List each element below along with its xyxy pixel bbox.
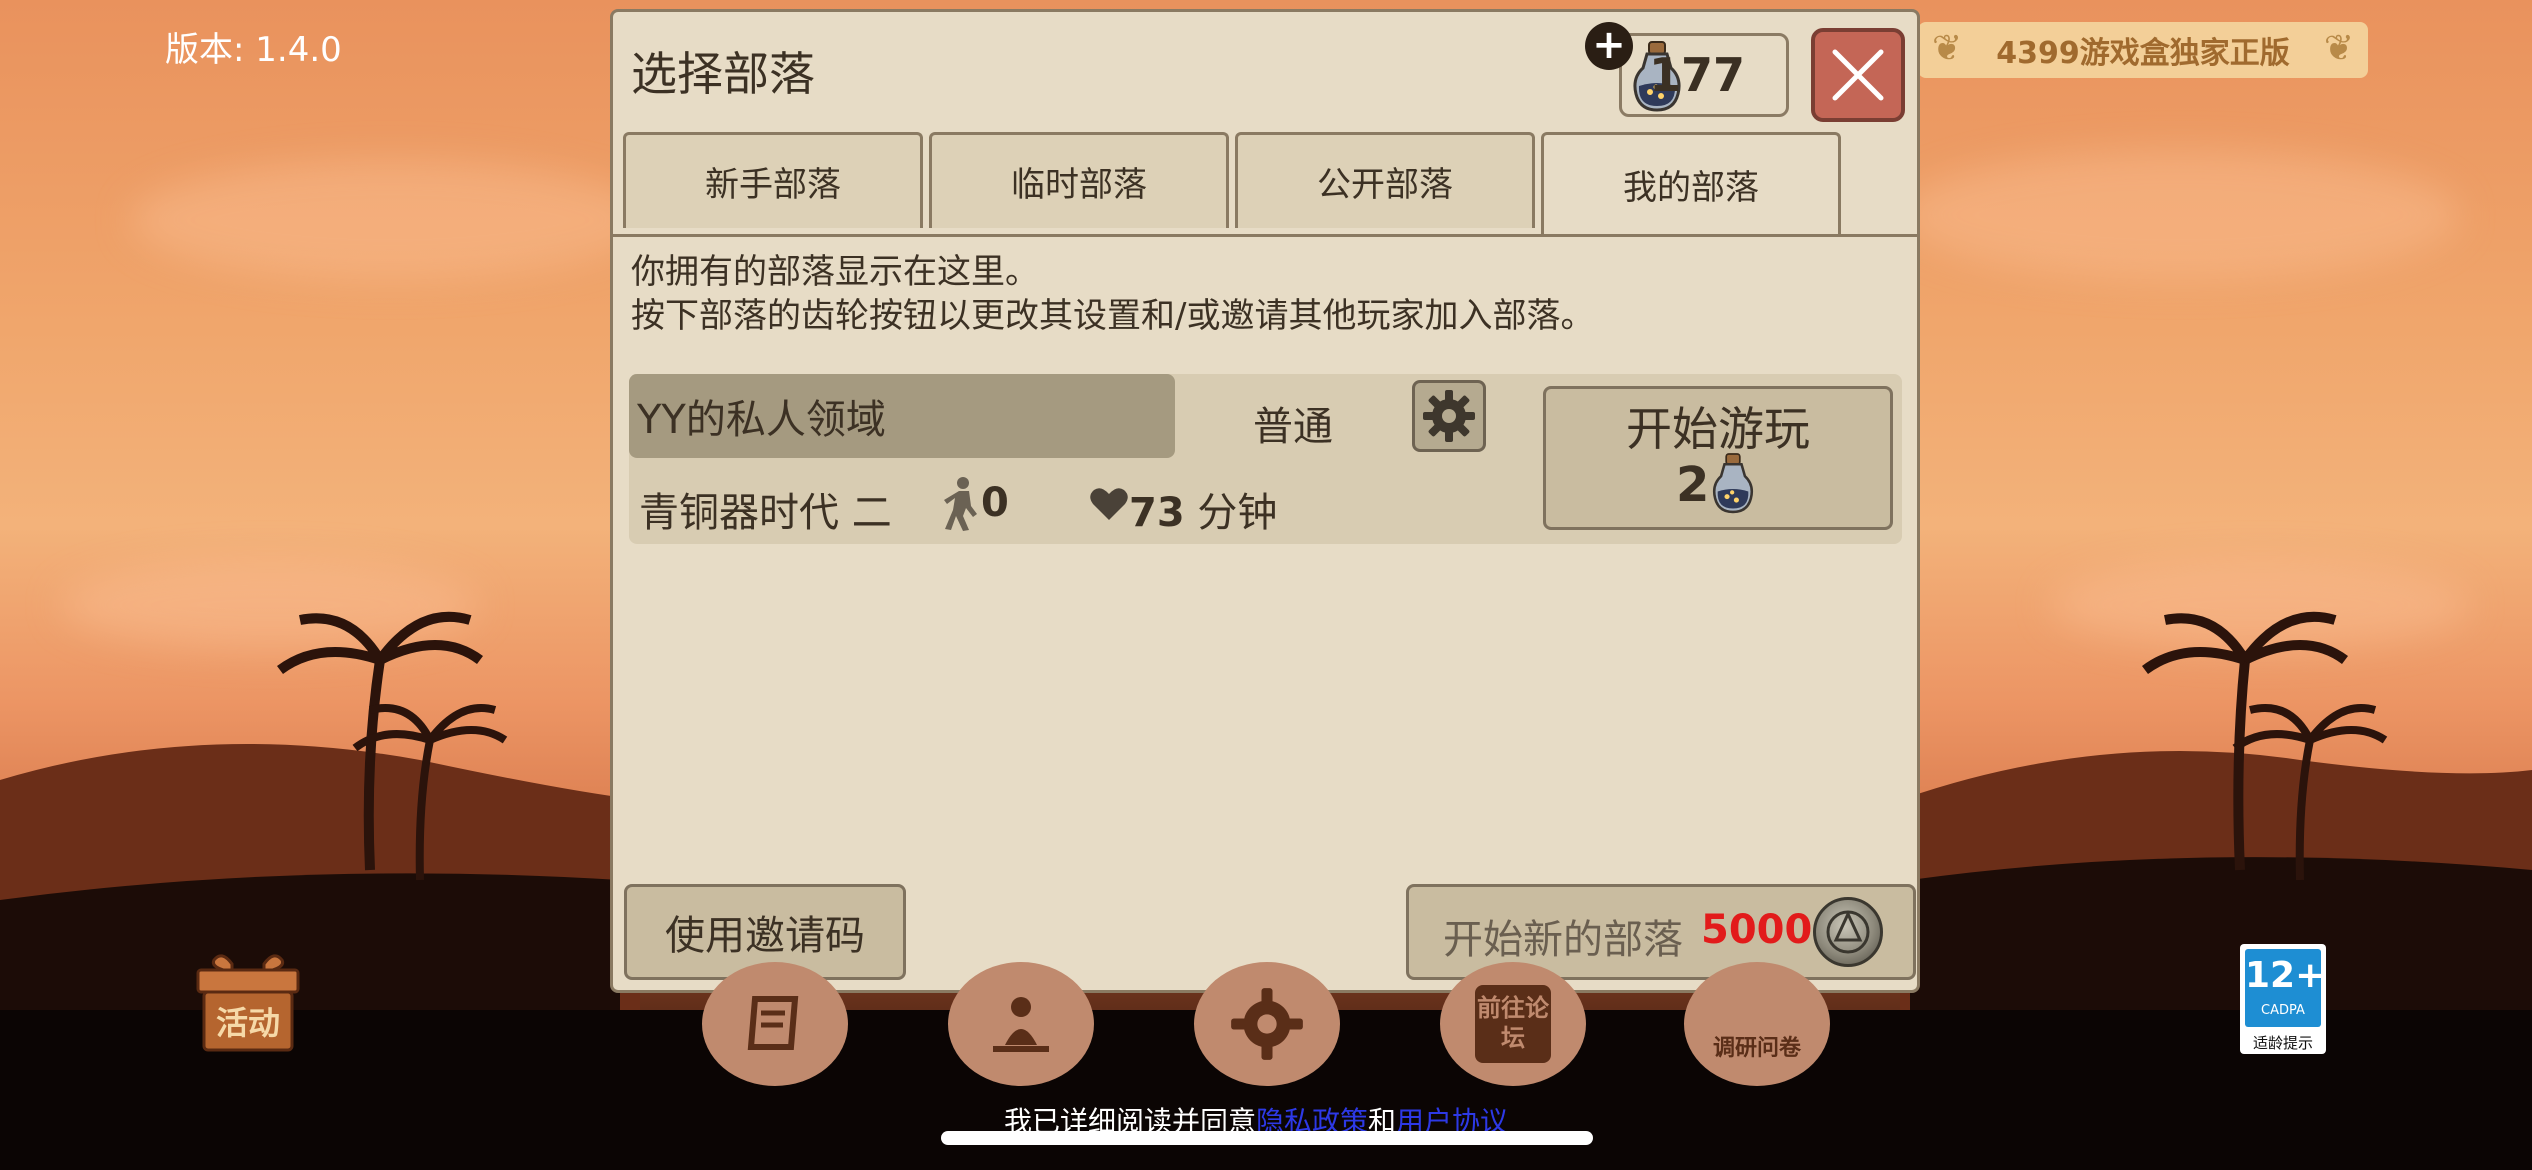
close-icon xyxy=(1832,49,1884,101)
tribe-settings-button[interactable] xyxy=(1412,380,1486,452)
settings-gear-icon xyxy=(1231,988,1303,1060)
new-tribe-cost: 5000 xyxy=(1701,907,1813,953)
forum-icon: 前往论坛 xyxy=(1475,985,1551,1063)
tab-temporary[interactable]: 临时部落 xyxy=(929,132,1229,228)
tribe-era: 青铜器时代 二 xyxy=(639,490,892,536)
platform-badge-text: 4399游戏盒独家正版 xyxy=(1996,36,2290,71)
tribe-name: YY的私人领域 xyxy=(629,374,1175,458)
tribe-select-dialog: 选择部落 177 + 新手部落 临时部落 公开部落 我的部落 你拥有的部落显示在… xyxy=(610,9,1920,993)
laurel-right-icon: ❦ xyxy=(2323,28,2354,69)
tribe-time-unit: 分钟 xyxy=(1197,490,1278,536)
activity-gift-button[interactable]: 活动 xyxy=(192,950,304,1054)
start-play-label: 开始游玩 xyxy=(1626,402,1810,456)
description-line-2: 按下部落的齿轮按钮以更改其设置和/或邀请其他玩家加入部落。 xyxy=(631,296,1595,336)
tribe-difficulty: 普通 xyxy=(1253,404,1333,450)
meditation-icon xyxy=(993,997,1049,1052)
tab-my-tribes[interactable]: 我的部落 xyxy=(1541,132,1841,234)
meditation-button[interactable] xyxy=(948,962,1094,1086)
tribe-player-count: 0 xyxy=(981,480,1009,526)
close-button[interactable] xyxy=(1811,28,1905,122)
platform-badge: ❦ 4399游戏盒独家正版 ❦ xyxy=(1918,22,2368,78)
gem-count: 177 xyxy=(1649,48,1746,102)
laurel-left-icon: ❦ xyxy=(1932,28,1963,69)
tribe-time: 73 分钟 xyxy=(1129,480,1277,538)
add-gems-button[interactable]: + xyxy=(1585,22,1633,70)
tab-newbie[interactable]: 新手部落 xyxy=(623,132,923,228)
age-rating-badge: 12+ CADPA 适龄提示 xyxy=(2240,944,2326,1054)
start-play-cost: 2 xyxy=(1676,457,1710,513)
scroll-icon xyxy=(747,996,799,1050)
heart-icon xyxy=(1090,488,1128,520)
age-rating-label: 适龄提示 xyxy=(2252,1034,2313,1052)
start-play-button[interactable]: 开始游玩 2 xyxy=(1543,386,1893,530)
tab-bar: 新手部落 临时部落 公开部落 我的部落 xyxy=(613,124,1917,237)
settings-button[interactable] xyxy=(1194,962,1340,1086)
start-new-tribe-button[interactable]: 开始新的部落 5000 xyxy=(1406,884,1916,980)
gem-bottle-icon xyxy=(1712,453,1754,514)
age-rating-number: 12+ xyxy=(2245,955,2326,996)
coin-icon xyxy=(1813,897,1883,967)
version-label: 版本: 1.4.0 xyxy=(165,30,342,70)
new-tribe-label: 开始新的部落 xyxy=(1443,917,1683,963)
tab-description: 你拥有的部落显示在这里。 按下部落的齿轮按钮以更改其设置和/或邀请其他玩家加入部… xyxy=(631,250,1594,338)
activity-label: 活动 xyxy=(215,1004,280,1042)
forum-button[interactable]: 前往论坛 xyxy=(1440,962,1586,1086)
survey-icon: 调研问卷 xyxy=(1712,1036,1801,1061)
scroll-button[interactable] xyxy=(702,962,848,1086)
tribe-row: YY的私人领域 普通 青铜器时代 二 0 73 分钟 开始游玩 2 xyxy=(629,374,1902,544)
description-line-1: 你拥有的部落显示在这里。 xyxy=(631,252,1039,292)
dialog-title: 选择部落 xyxy=(631,47,815,101)
age-rating-org: CADPA xyxy=(2261,1003,2305,1018)
survey-button[interactable]: 调研问卷 xyxy=(1684,962,1830,1086)
tribe-time-value: 73 xyxy=(1129,490,1185,536)
tab-public[interactable]: 公开部落 xyxy=(1235,132,1535,228)
gear-icon xyxy=(1423,390,1475,442)
villager-icon xyxy=(944,477,977,531)
home-indicator[interactable] xyxy=(941,1131,1593,1145)
